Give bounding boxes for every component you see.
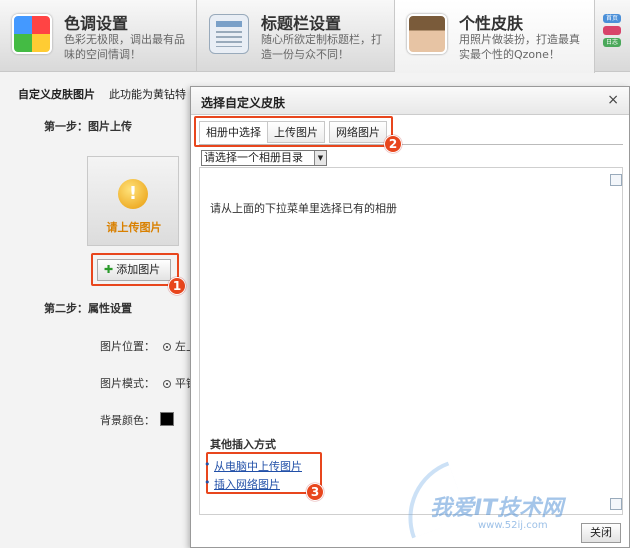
bg-color-swatch[interactable] xyxy=(160,412,174,426)
annotation-badge-3: 3 xyxy=(306,483,324,501)
insert-web-image-link[interactable]: 插入网络图片 xyxy=(204,476,280,492)
album-content-area: 请从上面的下拉菜单里选择已有的相册 其他插入方式 从电脑中上传图片 插入网络图片… xyxy=(199,167,623,515)
add-image-label: 添加图片 xyxy=(116,263,161,276)
watermark-text: 我爱IT技术网 xyxy=(430,496,564,521)
chevron-down-icon: ▼ xyxy=(314,151,326,165)
tab-titlebar-settings[interactable]: 标题栏设置 随心所欲定制标题栏，打造一份与众不同！ xyxy=(197,0,395,72)
prop-label: 图片位置： xyxy=(100,340,155,353)
dialog-titlebar: 选择自定义皮肤 × xyxy=(191,87,629,115)
top-tab-bar: 色调设置 色彩无极限，调出最有品味的空间情调！ 标题栏设置 随心所欲定制标题栏，… xyxy=(0,0,630,73)
tab-color-settings[interactable]: 色调设置 色彩无极限，调出最有品味的空间情调！ xyxy=(0,0,197,72)
tab-custom-skin[interactable]: 个性皮肤 用照片做装扮，打造最真实最个性的Qzone！ xyxy=(395,0,595,73)
tab-desc: 用照片做装扮，打造最真实最个性的Qzone！ xyxy=(459,33,580,61)
dialog-title: 选择自定义皮肤 xyxy=(201,96,286,110)
skin-subbar: 自定义皮肤图片 此功能为黄钻特 xyxy=(18,86,186,102)
upload-from-computer-link[interactable]: 从电脑中上传图片 xyxy=(204,458,302,474)
radio-button[interactable] xyxy=(163,380,171,388)
other-methods-title: 其他插入方式 xyxy=(210,438,276,451)
step1-label: 第一步：图片上传 xyxy=(44,120,132,133)
add-image-button[interactable]: ✚ 添加图片 xyxy=(97,259,171,281)
scroll-up-button[interactable] xyxy=(610,174,622,186)
upload-preview[interactable]: ! 请上传图片 xyxy=(87,156,179,246)
image-mode-row: 图片模式： 平铺 xyxy=(100,375,197,391)
document-icon xyxy=(209,14,249,54)
plus-icon: ✚ xyxy=(104,263,114,276)
side-badges: 首页 日志 xyxy=(603,14,625,54)
badge[interactable]: 日志 xyxy=(603,38,621,47)
tab-title: 标题栏设置 xyxy=(261,14,342,33)
radio-button[interactable] xyxy=(163,343,171,351)
palette-icon xyxy=(12,14,52,54)
album-hint: 请从上面的下拉菜单里选择已有的相册 xyxy=(210,202,397,215)
close-icon[interactable]: × xyxy=(607,92,619,108)
annotation-badge-2: 2 xyxy=(384,135,402,153)
highlight-box-2 xyxy=(194,116,393,147)
custom-skin-dialog: 选择自定义皮肤 × 相册中选择 上传图片 网络图片 2 请选择一个相册目录 ▼ 请… xyxy=(190,86,630,548)
prop-label: 背景颜色： xyxy=(100,414,155,427)
subbar-note: 此功能为黄钻特 xyxy=(109,88,186,101)
step2-label: 第二步：属性设置 xyxy=(44,302,132,315)
warning-icon: ! xyxy=(118,179,148,209)
album-select-value: 请选择一个相册目录 xyxy=(204,151,303,164)
badge[interactable] xyxy=(603,26,621,35)
prop-label: 图片模式： xyxy=(100,377,155,390)
close-button[interactable]: 关闭 xyxy=(581,523,621,543)
tab-title: 色调设置 xyxy=(64,14,129,33)
annotation-badge-1: 1 xyxy=(168,277,186,295)
tab-title: 个性皮肤 xyxy=(459,14,524,33)
tab-desc: 随心所欲定制标题栏，打造一份与众不同！ xyxy=(261,33,382,61)
watermark-url: www.52ij.com xyxy=(478,520,548,531)
tab-desc: 色彩无极限，调出最有品味的空间情调！ xyxy=(64,33,185,61)
photo-icon xyxy=(407,14,447,54)
image-position-row: 图片位置： 左上 xyxy=(100,338,197,354)
bg-color-row: 背景颜色： xyxy=(100,412,155,428)
subbar-title: 自定义皮肤图片 xyxy=(18,88,95,101)
upload-placeholder: 请上传图片 xyxy=(106,221,162,234)
album-select[interactable]: 请选择一个相册目录 ▼ xyxy=(201,150,327,166)
badge[interactable]: 首页 xyxy=(603,14,621,23)
resize-handle[interactable] xyxy=(610,498,622,510)
